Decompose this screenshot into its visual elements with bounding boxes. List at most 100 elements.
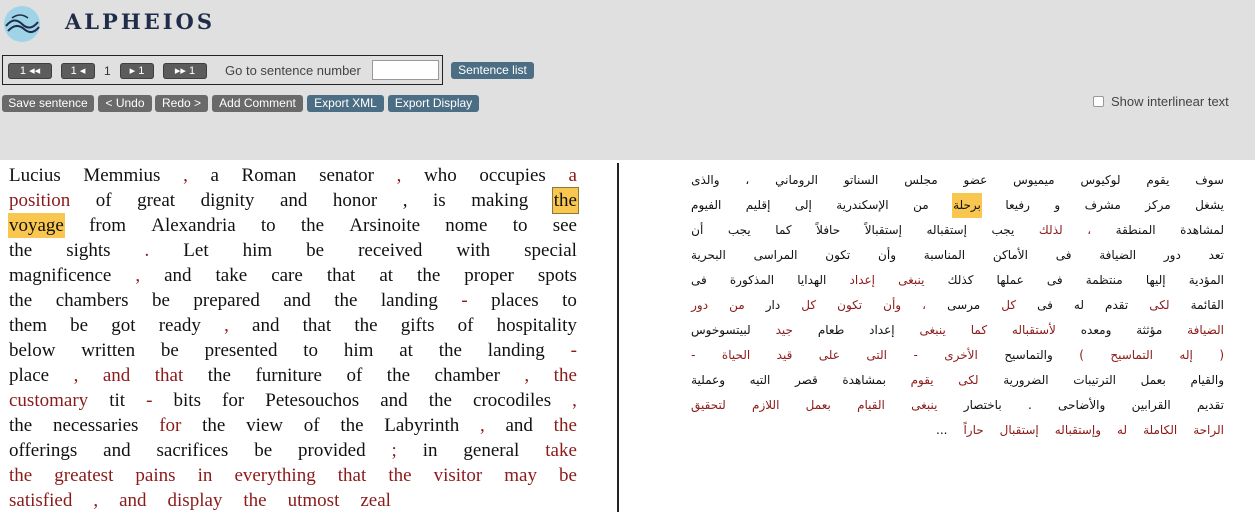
redo-button[interactable]: Redo > (155, 95, 208, 112)
undo-button[interactable]: < Undo (98, 95, 152, 112)
word-token[interactable]: making (470, 188, 529, 213)
word-token[interactable]: التماسيح (1109, 343, 1154, 368)
word-token[interactable]: ميميوس (1012, 168, 1055, 193)
word-token[interactable]: provided (297, 438, 367, 463)
word-token[interactable]: zeal (359, 488, 392, 513)
word-token[interactable]: the (201, 413, 226, 438)
word-token[interactable]: على (818, 343, 841, 368)
word-token[interactable]: له (1073, 293, 1085, 318)
word-token[interactable]: to (260, 213, 277, 238)
word-token[interactable]: لتحقيق (690, 393, 727, 418)
word-token[interactable]: المراسى (753, 243, 799, 268)
word-token[interactable]: below (8, 338, 56, 363)
word-token[interactable]: تكون (836, 293, 863, 318)
word-token[interactable]: إقليم (745, 193, 772, 218)
word-token[interactable]: - (570, 338, 578, 363)
word-token[interactable]: والأضاحى (1057, 393, 1106, 418)
word-token[interactable]: , (523, 363, 530, 388)
word-token[interactable]: مؤثثة (1135, 318, 1163, 343)
word-token[interactable]: the (353, 313, 378, 338)
word-token[interactable]: greatest (53, 463, 114, 488)
word-token[interactable]: Let (182, 238, 209, 263)
word-token[interactable]: be (558, 463, 578, 488)
word-token[interactable]: Petesouchos (264, 388, 360, 413)
last-sentence-button[interactable]: ▸▸ 1 (163, 63, 207, 79)
word-token[interactable]: magnificence (8, 263, 112, 288)
word-token[interactable]: لبيتسوخوس (690, 318, 752, 343)
word-token[interactable]: لأستقباله (1011, 318, 1057, 343)
export-display-button[interactable]: Export Display (388, 95, 479, 112)
word-token[interactable]: Labyrinth (383, 413, 460, 438)
word-token[interactable]: مرسى (946, 293, 981, 318)
word-token[interactable]: برحلة (952, 193, 982, 218)
word-token[interactable]: دور (1163, 243, 1182, 268)
word-token[interactable]: the (300, 213, 325, 238)
word-token[interactable]: proper (463, 263, 515, 288)
word-token[interactable]: وأن (882, 293, 902, 318)
word-token[interactable]: him (242, 238, 274, 263)
word-token[interactable]: place (8, 363, 50, 388)
word-token[interactable]: and (279, 188, 308, 213)
word-token[interactable]: قصر (794, 368, 819, 393)
word-token[interactable]: وعملية (690, 368, 726, 393)
word-token[interactable]: and (379, 388, 408, 413)
sentence-list-button[interactable]: Sentence list (451, 62, 534, 79)
word-token[interactable]: at (378, 263, 394, 288)
word-token[interactable]: and (163, 263, 192, 288)
word-token[interactable]: landing (487, 338, 546, 363)
word-token[interactable]: special (523, 238, 578, 263)
word-token[interactable]: فى (1036, 293, 1054, 318)
word-token[interactable]: view (245, 413, 284, 438)
word-token[interactable]: إستقبال (999, 418, 1040, 443)
word-token[interactable]: كذلك (947, 268, 975, 293)
word-token[interactable]: the (8, 413, 33, 438)
word-token[interactable]: the (553, 413, 578, 438)
word-token[interactable]: , (73, 363, 80, 388)
word-token[interactable]: voyage (8, 213, 65, 238)
word-token[interactable]: the (242, 488, 267, 513)
word-token[interactable]: تكون (824, 243, 851, 268)
word-token[interactable]: him (343, 338, 375, 363)
word-token[interactable]: جيد (775, 318, 794, 343)
save-sentence-button[interactable]: Save sentence (2, 95, 94, 112)
word-token[interactable]: that (302, 313, 333, 338)
previous-sentence-button[interactable]: 1 ◂ (61, 63, 95, 79)
word-token[interactable]: القائمة (1190, 293, 1225, 318)
word-token[interactable]: - (460, 288, 468, 313)
word-token[interactable]: تقديم (1196, 393, 1225, 418)
word-token[interactable]: من (728, 293, 746, 318)
word-token[interactable]: and (102, 363, 131, 388)
word-token[interactable]: الأخرى (943, 343, 979, 368)
word-token[interactable]: to (561, 288, 578, 313)
word-token[interactable]: Alexandria (150, 213, 236, 238)
word-token[interactable]: bits (173, 388, 202, 413)
word-token[interactable]: be (151, 288, 171, 313)
word-token[interactable]: occupies (478, 163, 546, 188)
word-token[interactable]: طعام (817, 318, 845, 343)
word-token[interactable]: ينبغى (910, 393, 938, 418)
word-token[interactable]: written (80, 338, 136, 363)
word-token[interactable]: يقوم (1145, 168, 1170, 193)
word-token[interactable]: ) (1078, 343, 1085, 368)
word-token[interactable]: got (110, 313, 136, 338)
word-token[interactable]: - (145, 388, 153, 413)
word-token[interactable]: التى (865, 343, 888, 368)
word-token[interactable]: إستقباله (925, 218, 967, 243)
word-token[interactable]: , (134, 263, 141, 288)
word-token[interactable]: chamber (434, 363, 501, 388)
word-token[interactable]: pains (134, 463, 176, 488)
word-token[interactable]: الترتيبات (1072, 368, 1117, 393)
word-token[interactable]: ready (158, 313, 202, 338)
word-token[interactable]: Lucius (8, 163, 62, 188)
word-token[interactable]: a (209, 163, 219, 188)
word-token[interactable]: great (136, 188, 176, 213)
word-token[interactable]: لذلك (1038, 218, 1064, 243)
word-token[interactable]: والتماسيح (1003, 343, 1053, 368)
word-token[interactable]: who (423, 163, 458, 188)
word-token[interactable]: the (438, 338, 463, 363)
word-token[interactable]: إليها (1145, 268, 1167, 293)
word-token[interactable]: Arsinoite (348, 213, 421, 238)
word-token[interactable]: may (503, 463, 538, 488)
word-token[interactable]: فى (690, 268, 708, 293)
word-token[interactable]: offerings (8, 438, 78, 463)
